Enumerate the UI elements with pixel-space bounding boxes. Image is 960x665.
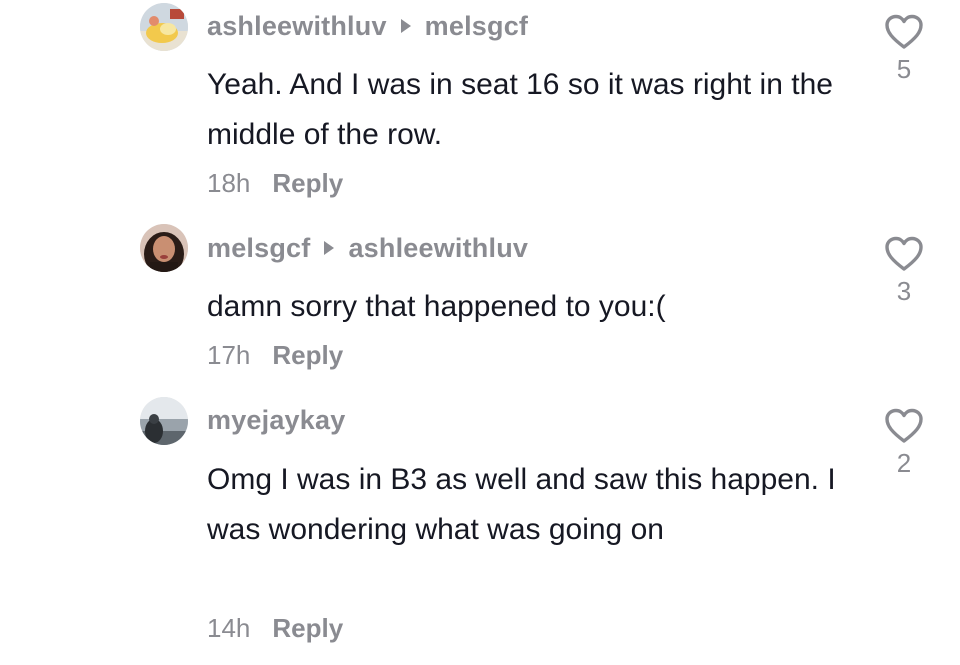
comment-text: Yeah. And I was in seat 16 so it was rig… — [207, 68, 833, 151]
beach-avatar-icon — [140, 3, 188, 51]
comment-text: Omg I was in B3 as well and saw this hap… — [207, 463, 836, 546]
reply-arrow-icon — [400, 19, 411, 33]
reply-to-username[interactable]: ashleewithluv — [348, 233, 528, 264]
comment-meta: 17h Reply — [207, 340, 343, 371]
heart-icon[interactable] — [884, 14, 924, 50]
comment-meta: 18h Reply — [207, 168, 343, 199]
like-count: 5 — [896, 54, 912, 84]
avatar[interactable] — [140, 397, 188, 445]
like-count: 2 — [896, 448, 912, 478]
comment-header: melsgcf ashleewithluv — [207, 232, 528, 264]
like-count: 3 — [896, 276, 912, 306]
portrait-avatar-icon — [140, 224, 188, 272]
reply-button[interactable]: Reply — [272, 613, 343, 644]
reply-arrow-icon — [324, 241, 335, 255]
comment-text: damn sorry that happened to you:( — [207, 290, 666, 323]
timestamp: 14h — [207, 613, 251, 643]
reply-button[interactable]: Reply — [272, 340, 343, 371]
username[interactable]: ashleewithluv — [207, 11, 387, 42]
like-control: 5 — [880, 14, 928, 85]
comment-meta: 14h Reply — [207, 613, 343, 644]
avatar[interactable] — [140, 224, 188, 272]
comment-header: ashleewithluv melsgcf — [207, 10, 528, 42]
like-control: 2 — [880, 408, 928, 479]
avatar[interactable] — [140, 3, 188, 51]
comment-header: myejaykay — [207, 404, 345, 436]
timestamp: 18h — [207, 168, 251, 198]
heart-icon[interactable] — [884, 236, 924, 272]
landscape-avatar-icon — [140, 397, 188, 445]
reply-button[interactable]: Reply — [272, 168, 343, 199]
username[interactable]: melsgcf — [207, 233, 310, 264]
username[interactable]: myejaykay — [207, 405, 345, 436]
timestamp: 17h — [207, 340, 251, 370]
like-control: 3 — [880, 236, 928, 307]
reply-to-username[interactable]: melsgcf — [425, 11, 528, 42]
heart-icon[interactable] — [884, 408, 924, 444]
